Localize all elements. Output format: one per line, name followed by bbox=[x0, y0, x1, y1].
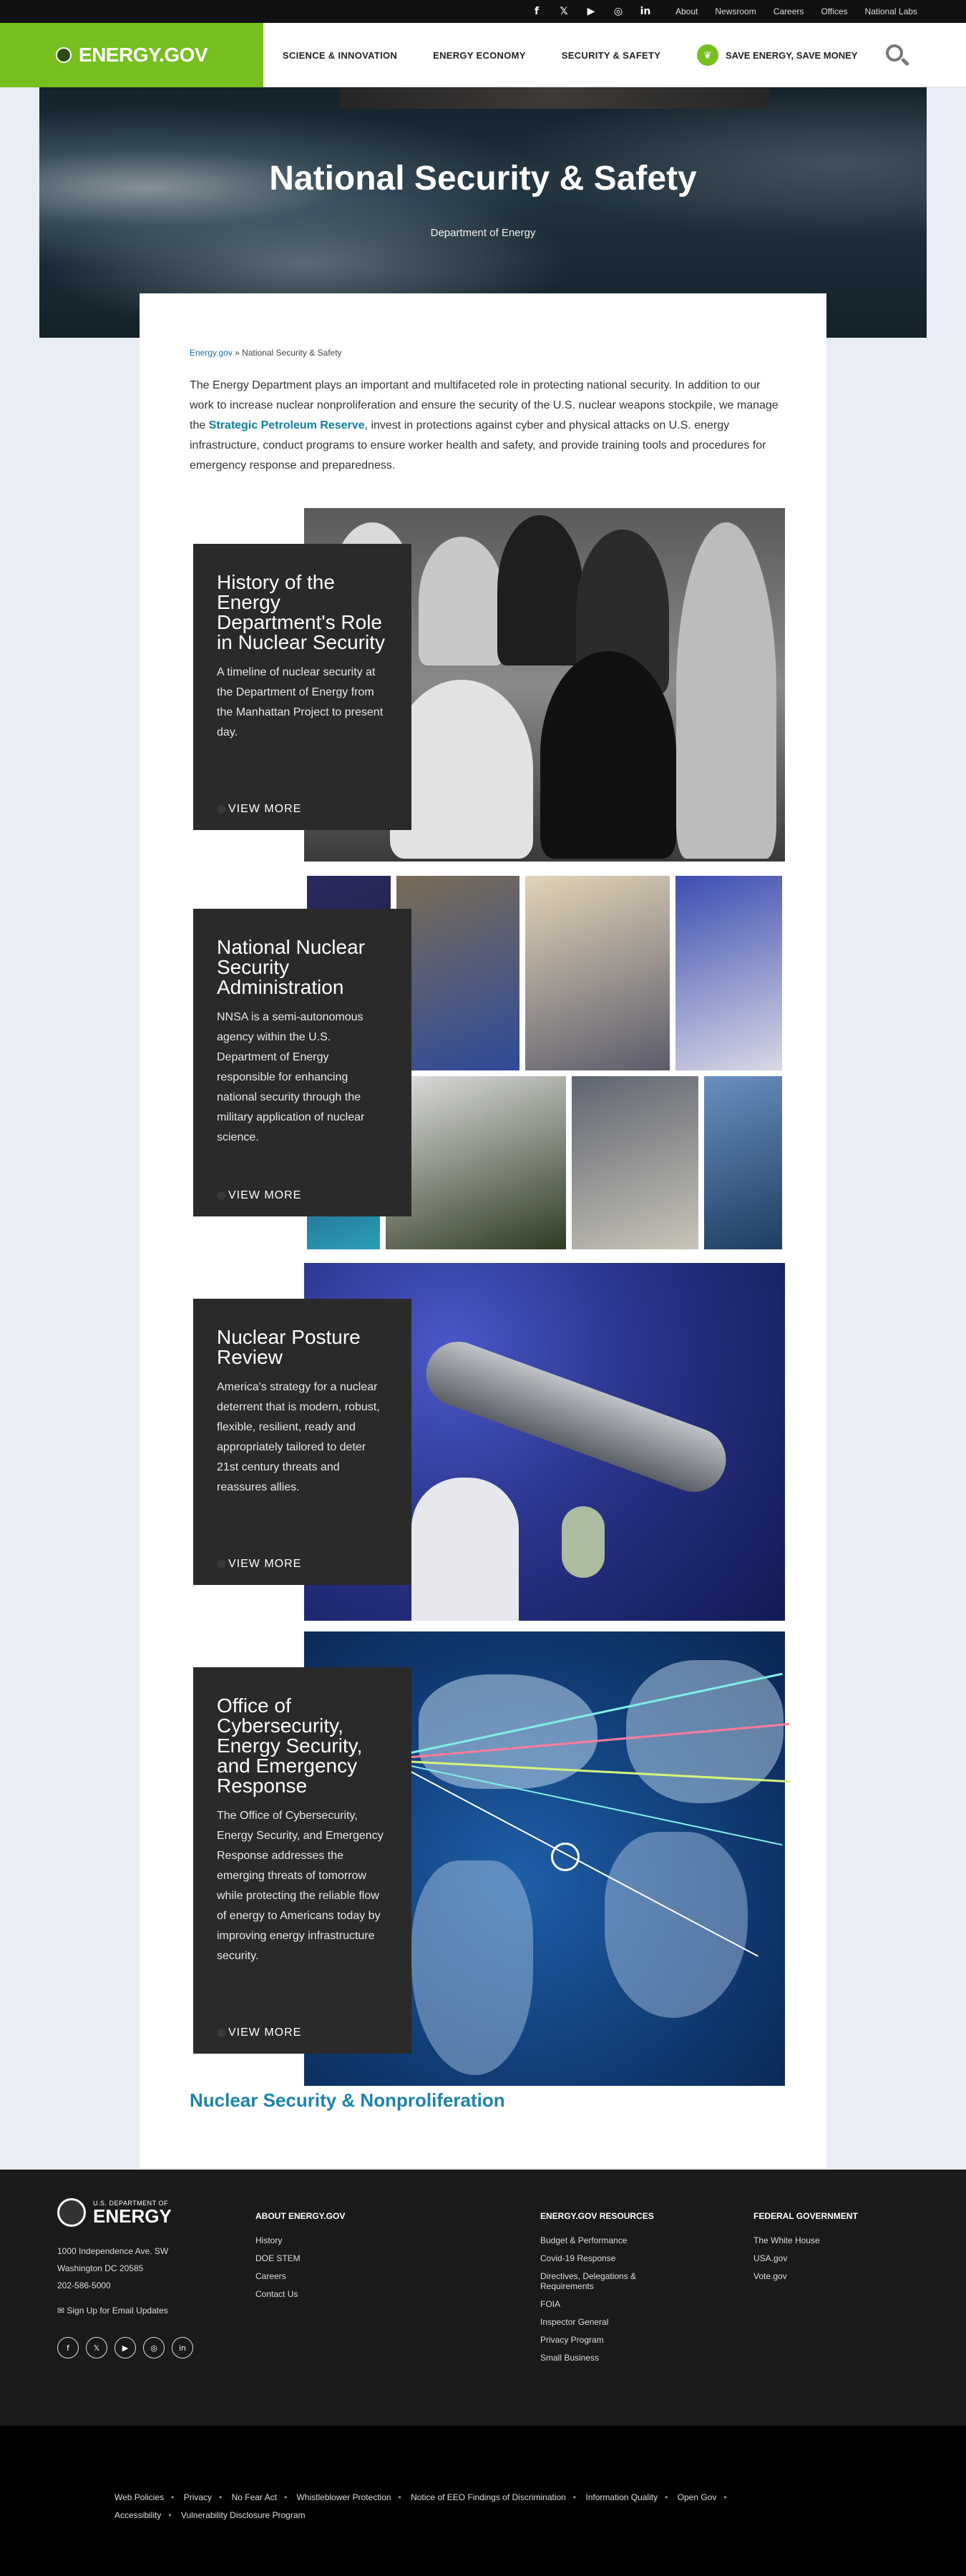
arrow-icon bbox=[217, 1191, 225, 1200]
feature-nnsa: National Nuclear Security Administration… bbox=[193, 873, 785, 1252]
arrow-icon bbox=[217, 2029, 225, 2037]
footer-link[interactable]: USA.gov bbox=[753, 2253, 858, 2263]
legal-link[interactable]: No Fear Act bbox=[232, 2492, 277, 2502]
arrow-icon bbox=[217, 805, 225, 814]
youtube-icon[interactable]: ▶ bbox=[114, 2337, 136, 2358]
feature-npr: Nuclear Posture Review America's strateg… bbox=[193, 1263, 785, 1621]
feature-panel: History of the Energy Department's Role … bbox=[193, 544, 411, 830]
linkedin-icon[interactable]: in bbox=[172, 2337, 193, 2358]
utility-link-newsroom[interactable]: Newsroom bbox=[715, 6, 756, 16]
feature-panel: National Nuclear Security Administration… bbox=[193, 909, 411, 1216]
legal-link[interactable]: Open Gov bbox=[678, 2492, 717, 2502]
view-more-link[interactable]: VIEW MORE bbox=[217, 2026, 301, 2039]
intro-paragraph: The Energy Department plays an important… bbox=[190, 379, 779, 472]
doe-seal-icon bbox=[55, 47, 72, 63]
feature-history: History of the Energy Department's Role … bbox=[193, 508, 785, 862]
youtube-icon[interactable]: ▶ bbox=[584, 4, 598, 19]
footer-link[interactable]: DOE STEM bbox=[255, 2253, 345, 2263]
save-energy-label: SAVE ENERGY, SAVE MONEY bbox=[726, 49, 858, 61]
footer-link[interactable]: Budget & Performance bbox=[540, 2235, 683, 2245]
instagram-icon[interactable]: ◎ bbox=[611, 4, 625, 19]
footer-logo[interactable]: U.S. DEPARTMENT OF ENERGY bbox=[57, 2198, 172, 2227]
footer-link[interactable]: The White House bbox=[753, 2235, 858, 2245]
footer-link[interactable]: Privacy Program bbox=[540, 2335, 683, 2345]
feature-panel: Nuclear Posture Review America's strateg… bbox=[193, 1299, 411, 1585]
email-signup-link[interactable]: ✉ Sign Up for Email Updates bbox=[57, 2306, 168, 2316]
view-more-link[interactable]: VIEW MORE bbox=[217, 803, 301, 816]
utility-link-national-labs[interactable]: National Labs bbox=[865, 6, 917, 16]
nav-item-security-safety[interactable]: SECURITY & SAFETY bbox=[544, 50, 679, 61]
feature-title: History of the Energy Department's Role … bbox=[217, 571, 385, 653]
utility-links: About Newsroom Careers Offices National … bbox=[675, 0, 917, 23]
legal-link[interactable]: Whistleblower Protection bbox=[296, 2492, 391, 2502]
feature-text: America's strategy for a nuclear deterre… bbox=[217, 1381, 380, 1493]
footer-link[interactable]: Covid-19 Response bbox=[540, 2253, 683, 2263]
legal-link[interactable]: Information Quality bbox=[585, 2492, 658, 2502]
twitter-icon[interactable]: 𝕏 bbox=[557, 4, 571, 19]
strategic-petroleum-reserve-link[interactable]: Strategic Petroleum Reserve bbox=[209, 419, 365, 431]
instagram-icon[interactable]: ◎ bbox=[143, 2337, 165, 2358]
facebook-icon[interactable]: f bbox=[530, 4, 544, 19]
breadcrumb-current: National Security & Safety bbox=[242, 348, 342, 358]
twitter-icon[interactable]: 𝕏 bbox=[86, 2337, 107, 2358]
feature-text: NNSA is a semi-autonomous agency within … bbox=[217, 1011, 365, 1143]
page-subtitle: Department of Energy bbox=[430, 227, 536, 239]
footer-link[interactable]: History bbox=[255, 2235, 345, 2245]
feature-panel: Office of Cybersecurity, Energy Security… bbox=[193, 1667, 411, 2054]
footer-link[interactable]: Contact Us bbox=[255, 2289, 345, 2299]
footer-link[interactable]: Small Business bbox=[540, 2353, 683, 2363]
utility-link-offices[interactable]: Offices bbox=[821, 6, 847, 16]
search-button[interactable] bbox=[884, 43, 910, 69]
legal-link[interactable]: Notice of EEO Findings of Discrimination bbox=[411, 2492, 566, 2502]
page-title: National Security & Safety bbox=[269, 160, 697, 197]
breadcrumb-separator: » bbox=[232, 348, 243, 358]
nav-item-energy-economy[interactable]: ENERGY ECONOMY bbox=[415, 50, 544, 61]
legal-bar: Web Policies • Privacy • No Fear Act • Whis… bbox=[0, 2426, 966, 2576]
footer-social-links: f 𝕏 ▶ ◎ in bbox=[57, 2337, 193, 2358]
footer-column-resources: ENERGY.GOV RESOURCES Budget & Performanc… bbox=[540, 2211, 683, 2371]
legal-link[interactable]: Privacy bbox=[184, 2492, 212, 2502]
view-more-link[interactable]: VIEW MORE bbox=[217, 1558, 301, 1571]
feature-title: National Nuclear Security Administration bbox=[217, 936, 365, 998]
legal-link[interactable]: Web Policies bbox=[114, 2492, 164, 2502]
site-logo[interactable]: ENERGY.GOV bbox=[0, 23, 263, 87]
legal-link[interactable]: Vulnerability Disclosure Program bbox=[181, 2510, 306, 2520]
legal-links: Web Policies • Privacy • No Fear Act • Whis… bbox=[114, 2492, 727, 2520]
logo-text: ENERGY.GOV bbox=[78, 44, 208, 66]
utility-link-about[interactable]: About bbox=[675, 6, 698, 16]
nav-menu: SCIENCE & INNOVATION ENERGY ECONOMY SECU… bbox=[265, 23, 678, 87]
leaf-icon: ❦ bbox=[697, 44, 718, 66]
footer-link[interactable]: Directives, Delegations & Requirements bbox=[540, 2271, 683, 2291]
main-navigation: ENERGY.GOV SCIENCE & INNOVATION ENERGY E… bbox=[0, 23, 966, 87]
footer-link[interactable]: Vote.gov bbox=[753, 2271, 858, 2281]
arrow-icon bbox=[217, 1560, 225, 1568]
main-content: Energy.gov » National Security & Safety … bbox=[140, 293, 826, 2168]
save-energy-link[interactable]: ❦ SAVE ENERGY, SAVE MONEY bbox=[697, 23, 857, 87]
feature-title: Office of Cybersecurity, Energy Security… bbox=[217, 1694, 363, 1797]
feature-text: A timeline of nuclear security at the De… bbox=[217, 666, 384, 738]
site-footer: U.S. DEPARTMENT OF ENERGY 1000 Independe… bbox=[0, 2170, 966, 2426]
utility-link-careers[interactable]: Careers bbox=[774, 6, 804, 16]
breadcrumb: Energy.gov » National Security & Safety bbox=[190, 348, 342, 358]
view-more-link[interactable]: VIEW MORE bbox=[217, 1189, 301, 1202]
envelope-icon: ✉ bbox=[57, 2306, 67, 2316]
doe-seal-icon bbox=[57, 2198, 86, 2227]
nav-item-science-innovation[interactable]: SCIENCE & INNOVATION bbox=[265, 50, 415, 61]
footer-link[interactable]: Careers bbox=[255, 2271, 345, 2281]
utility-bar: f 𝕏 ▶ ◎ in About Newsroom Careers Office… bbox=[0, 0, 966, 23]
footer-address: 1000 Independence Ave. SW Washington DC … bbox=[57, 2246, 169, 2290]
utility-social-links: f 𝕏 ▶ ◎ in bbox=[530, 0, 653, 23]
feature-title: Nuclear Posture Review bbox=[217, 1326, 361, 1368]
footer-column-federal: FEDERAL GOVERNMENT The White House USA.g… bbox=[753, 2211, 858, 2281]
section-heading-link[interactable]: Nuclear Security & Nonproliferation bbox=[190, 2089, 505, 2112]
legal-link[interactable]: Accessibility bbox=[114, 2510, 161, 2520]
feature-cybersecurity: Office of Cybersecurity, Energy Security… bbox=[193, 1631, 791, 2086]
feature-text: The Office of Cybersecurity, Energy Secu… bbox=[217, 1810, 384, 1962]
linkedin-icon[interactable]: in bbox=[638, 4, 653, 19]
footer-link[interactable]: Inspector General bbox=[540, 2317, 683, 2327]
footer-column-about: ABOUT ENERGY.GOV History DOE STEM Career… bbox=[255, 2211, 346, 2299]
facebook-icon[interactable]: f bbox=[57, 2337, 79, 2358]
breadcrumb-home-link[interactable]: Energy.gov bbox=[190, 348, 233, 358]
footer-link[interactable]: FOIA bbox=[540, 2299, 683, 2309]
